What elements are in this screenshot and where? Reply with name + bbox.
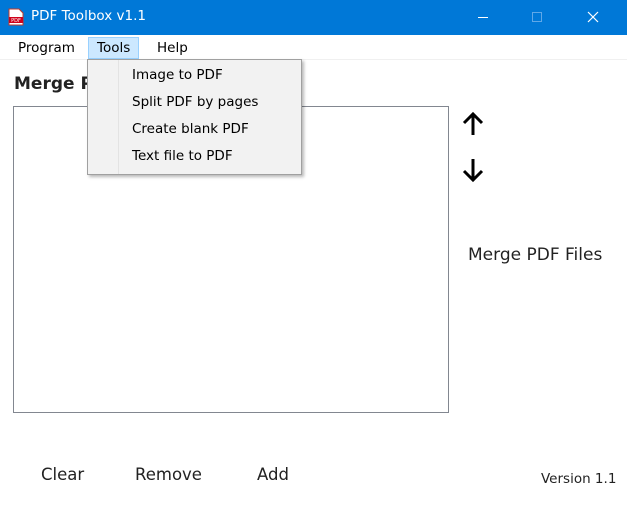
remove-button[interactable]: Remove [135,465,202,484]
menu-bar: Program Tools Help [0,35,627,60]
version-label: Version 1.1 [541,471,617,487]
close-icon [587,11,599,23]
menu-icon-gutter [88,60,119,174]
pdf-app-icon: PDF [8,8,24,26]
title-bar[interactable]: PDF PDF Toolbox v1.1 [0,0,627,35]
section-title: Merge P [14,74,93,94]
tools-dropdown-menu: Image to PDF Split PDF by pages Create b… [87,59,302,175]
menu-item-split-pdf[interactable]: Split PDF by pages [132,94,258,110]
maximize-icon [532,12,542,22]
add-button[interactable]: Add [257,465,289,484]
window-title: PDF Toolbox v1.1 [31,8,146,24]
menu-item-create-blank-pdf[interactable]: Create blank PDF [132,121,249,137]
menu-help[interactable]: Help [148,37,197,59]
maximize-button[interactable] [514,0,560,35]
clear-button[interactable]: Clear [41,465,84,484]
minimize-icon [478,17,488,18]
minimize-button[interactable] [460,0,506,35]
menu-item-image-to-pdf[interactable]: Image to PDF [132,67,223,83]
move-down-button[interactable] [461,156,485,184]
arrow-up-icon [462,111,484,135]
menu-tools[interactable]: Tools [88,37,140,59]
close-button[interactable] [570,0,616,35]
merge-pdf-files-button[interactable]: Merge PDF Files [468,245,602,265]
move-up-button[interactable] [461,110,485,138]
svg-text:PDF: PDF [11,18,21,24]
menu-program[interactable]: Program [9,37,84,59]
menu-item-text-to-pdf[interactable]: Text file to PDF [132,148,233,164]
arrow-down-icon [462,159,484,183]
